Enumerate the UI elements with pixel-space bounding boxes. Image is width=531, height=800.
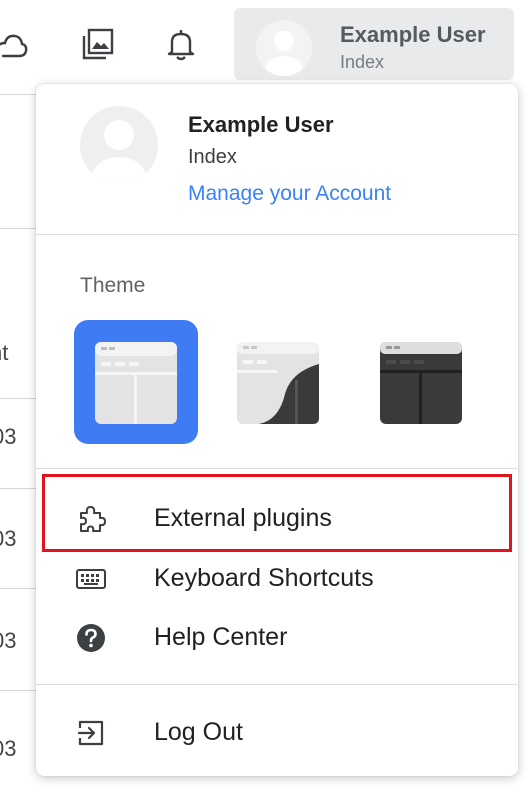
table-divider [0,228,40,229]
auto-theme-icon [237,342,319,424]
help-center-item[interactable]: Help Center [36,609,518,667]
table-divider [0,588,40,589]
cloud-icon[interactable] [0,26,30,62]
app-page: Example User Index nt 03 03 03 03 Exampl… [0,0,531,800]
menu-user-name: Example User [188,112,334,137]
divider [36,234,518,235]
table-cell: 03 [0,628,17,653]
table-header-cell: nt [0,340,9,365]
menu-item-label: External plugins [154,504,332,532]
help-circle-icon [76,623,106,653]
bell-icon[interactable] [163,26,199,62]
avatar [256,20,312,76]
image-gallery-icon[interactable] [80,26,116,62]
external-plugins-item[interactable]: External plugins [36,490,518,548]
divider [36,468,518,469]
header-user-subtitle: Index [340,52,385,72]
theme-label: Theme [80,274,146,297]
theme-dark-option[interactable] [360,320,484,444]
light-theme-icon [95,342,177,424]
avatar [80,106,158,184]
table-divider [0,94,40,95]
theme-light-option[interactable] [74,320,198,444]
dark-theme-icon [380,342,462,424]
puzzle-icon [76,504,106,534]
account-dropdown-menu: Example User Index Manage your Account T… [36,84,518,776]
menu-item-label: Keyboard Shortcuts [154,564,374,592]
table-divider [0,690,40,691]
header-user-name: Example User [340,22,486,47]
table-cell: 03 [0,526,17,551]
keyboard-shortcuts-item[interactable]: Keyboard Shortcuts [36,550,518,608]
user-account-chip[interactable]: Example User Index [234,8,514,80]
table-cell: 03 [0,424,17,449]
menu-item-label: Log Out [154,718,243,746]
menu-user-subtitle: Index [188,146,237,168]
top-bar: Example User Index [0,0,531,92]
log-out-item[interactable]: Log Out [36,704,518,762]
logout-icon [76,718,106,748]
manage-account-link[interactable]: Manage your Account [188,182,391,206]
keyboard-icon [76,564,106,594]
table-cell: 03 [0,736,17,761]
menu-item-label: Help Center [154,623,288,651]
table-divider [0,488,40,489]
table-divider [0,398,40,399]
theme-auto-option[interactable] [219,320,343,444]
divider [36,684,518,685]
